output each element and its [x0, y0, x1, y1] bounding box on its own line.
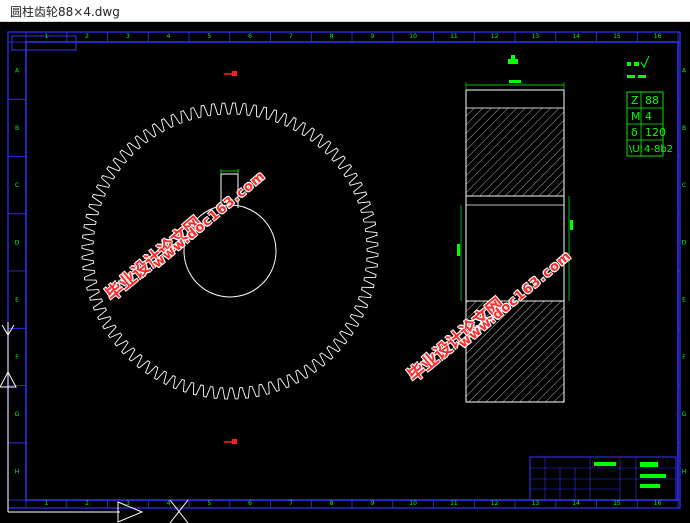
frame-column-number: 16	[654, 33, 662, 40]
frame-column-number: 12	[491, 33, 499, 40]
frame-column-number: 15	[613, 500, 621, 507]
frame-row-letter: F	[682, 354, 686, 361]
section-marker-bottom	[224, 439, 237, 444]
title-block-mark	[594, 462, 616, 466]
gear-front-view[interactable]	[81, 102, 379, 400]
param-value-z: 88	[645, 94, 659, 107]
frame-row-letter: F	[15, 354, 19, 361]
frame-column-number: 8	[330, 500, 334, 507]
param-symbol-delta: δ	[631, 126, 638, 139]
frame-row-letter: A	[15, 68, 20, 75]
frame-row-letter: C	[15, 182, 19, 189]
frame-column-number: 15	[613, 33, 621, 40]
frame-row-letter: H	[682, 468, 687, 475]
frame-row-letter: H	[15, 468, 20, 475]
roughness-symbol	[508, 55, 518, 64]
frame-column-number: 10	[409, 33, 417, 40]
frame-column-number: 9	[370, 33, 374, 40]
param-symbol-z: Z	[631, 94, 639, 107]
param-value-m: 4	[645, 110, 652, 123]
title-block-mark	[640, 462, 658, 467]
frame-row-letter: A	[682, 68, 687, 75]
hatched-rim-top	[465, 107, 565, 197]
frame-column-number: 5	[207, 33, 211, 40]
frame-row-letter: D	[15, 239, 20, 246]
drawing-canvas[interactable]: 1 1 2 2 3 3 4 4 5 5 6 6 7 7 8 8 9 9 10 10 11 11 12 12 13 13 14 14 15…	[0, 22, 690, 523]
gear-section-view[interactable]	[457, 80, 573, 403]
frame-row-letter: E	[15, 297, 19, 304]
frame-column-number: 7	[289, 33, 293, 40]
param-symbol-m: M	[631, 110, 641, 123]
param-value-delta: 120	[645, 126, 666, 139]
frame-row-letter: C	[682, 182, 686, 189]
frame-column-number: 11	[450, 500, 458, 507]
param-symbol-tolerance: \Ul	[629, 144, 642, 155]
frame-column-number: 4	[167, 500, 171, 507]
title-block-mark	[640, 474, 666, 478]
frame-row-letter: B	[15, 125, 19, 132]
frame-column-number: 6	[248, 500, 252, 507]
frame-column-number: 7	[289, 500, 293, 507]
window-titlebar: 圆柱齿轮88×4.dwg	[0, 0, 690, 22]
roughness-note	[627, 55, 650, 78]
gear-parameter-table[interactable]: Z 88 M 4 δ 120 \Ul 4-8b2	[626, 91, 673, 157]
frame-column-number: 1	[44, 33, 48, 40]
frame-row-letter: G	[682, 411, 687, 418]
frame-row-letter: B	[682, 125, 686, 132]
frame-row-letter: E	[682, 297, 686, 304]
frame-column-number: 2	[85, 33, 89, 40]
ucs-icon	[0, 322, 189, 523]
frame-column-number: 4	[167, 33, 171, 40]
frame-column-number: 3	[126, 33, 130, 40]
frame-column-number: 11	[450, 33, 458, 40]
frame-column-number: 10	[409, 500, 417, 507]
section-marker-top	[224, 71, 237, 76]
frame-column-number: 5	[207, 500, 211, 507]
frame-row-letter: G	[15, 411, 20, 418]
frame-column-number: 9	[370, 500, 374, 507]
window-title: 圆柱齿轮88×4.dwg	[10, 5, 120, 19]
frame-column-number: 2	[85, 500, 89, 507]
frame-column-number: 6	[248, 33, 252, 40]
cad-drawing[interactable]: 1122334455667788991010111112121313141415…	[0, 22, 690, 523]
gear-teeth-outline	[81, 102, 379, 400]
frame-column-number: 16	[654, 500, 662, 507]
frame-column-number: 13	[532, 33, 540, 40]
frame-column-number: 8	[330, 33, 334, 40]
title-block[interactable]	[529, 456, 677, 501]
param-value-tolerance: 4-8b2	[644, 144, 673, 155]
title-block-mark	[640, 484, 660, 488]
frame-column-number: 14	[572, 500, 580, 507]
drawing-frame: 1122334455667788991010111112121313141415…	[7, 31, 687, 509]
frame-row-letter: D	[682, 239, 687, 246]
frame-column-number: 1	[44, 500, 48, 507]
frame-column-number: 12	[491, 500, 499, 507]
frame-column-number: 13	[532, 500, 540, 507]
frame-column-number: 14	[572, 33, 580, 40]
